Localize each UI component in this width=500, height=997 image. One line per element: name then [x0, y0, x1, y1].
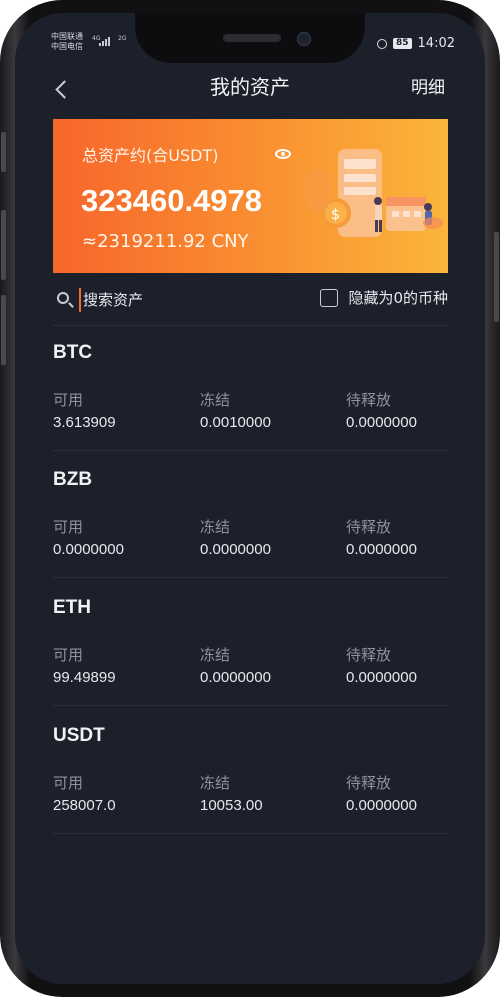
asset-row-eth[interactable]: ETH 可用 99.49899 冻结 0.0000000 待释放 0.00000… [53, 581, 448, 706]
app-screen: 中国联通 中国电信 4G 2G 85 14:02 我的资产 明细 总资产约(合U… [15, 13, 485, 984]
search-input[interactable] [79, 288, 283, 312]
side-button-left [1, 132, 6, 172]
available-label: 可用 [53, 391, 84, 409]
svg-text:$: $ [331, 207, 340, 223]
pending-value: 0.0000000 [346, 797, 417, 814]
asset-row-bzb[interactable]: BZB 可用 0.0000000 冻结 0.0000000 待释放 0.0000… [53, 453, 448, 578]
hide-zero-checkbox[interactable] [320, 289, 339, 307]
pending-label: 待释放 [346, 518, 392, 536]
detail-link[interactable]: 明细 [411, 74, 445, 102]
pending-label: 待释放 [346, 391, 392, 409]
side-button-left-2 [1, 210, 6, 280]
available-label: 可用 [53, 774, 84, 792]
available-label: 可用 [53, 518, 84, 536]
pending-label: 待释放 [346, 646, 392, 664]
pending-label: 待释放 [346, 774, 392, 792]
alarm-icon [377, 38, 387, 49]
notch [135, 13, 365, 63]
available-value: 258007.0 [53, 797, 116, 814]
status-right: 85 14:02 [377, 36, 455, 51]
coin-name: BTC [53, 342, 93, 363]
frozen-column: 冻结 10053.00 [200, 773, 263, 817]
pending-column: 待释放 0.0000000 [346, 773, 417, 817]
speaker-grille [223, 34, 281, 42]
carrier-1: 中国联通 [51, 32, 83, 41]
frozen-label: 冻结 [200, 518, 231, 536]
total-assets-label: 总资产约(合USDT) [82, 146, 219, 165]
search-icon [57, 292, 69, 304]
available-column: 可用 258007.0 [53, 773, 116, 817]
frozen-value: 0.0000000 [200, 541, 271, 558]
frozen-label: 冻结 [200, 646, 231, 664]
frozen-column: 冻结 0.0000000 [200, 645, 271, 689]
front-camera [297, 32, 311, 46]
top-nav-bar: 我的资产 明细 [15, 68, 485, 112]
asset-row-usdt[interactable]: USDT 可用 258007.0 冻结 10053.00 待释放 0.00000… [53, 709, 448, 834]
frozen-column: 冻结 0.0010000 [200, 390, 271, 434]
available-column: 可用 3.613909 [53, 390, 116, 434]
side-button-left-3 [1, 295, 6, 365]
battery-indicator: 85 [393, 38, 412, 49]
coin-name: BZB [53, 469, 93, 490]
asset-row-btc[interactable]: BTC 可用 3.613909 冻结 0.0010000 待释放 0.00000… [53, 326, 448, 451]
pending-column: 待释放 0.0000000 [346, 645, 417, 689]
pending-column: 待释放 0.0000000 [346, 390, 417, 434]
frozen-label: 冻结 [200, 391, 231, 409]
frozen-value: 0.0010000 [200, 414, 271, 431]
total-assets-value: 323460.4978 [81, 183, 263, 218]
frozen-column: 冻结 0.0000000 [200, 517, 271, 561]
coin-name: USDT [53, 725, 105, 746]
phone-frame: 中国联通 中国电信 4G 2G 85 14:02 我的资产 明细 总资产约(合U… [0, 0, 500, 997]
side-button-right [494, 232, 499, 322]
carrier-info: 中国联通 中国电信 [51, 32, 83, 52]
hide-zero-label: 隐藏为0的币种 [348, 289, 448, 307]
carrier-2: 中国电信 [51, 42, 83, 51]
pending-value: 0.0000000 [346, 414, 417, 431]
hide-zero-toggle[interactable]: 隐藏为0的币种 [320, 287, 448, 309]
signal-icon [99, 37, 110, 46]
available-value: 99.49899 [53, 669, 116, 686]
available-value: 0.0000000 [53, 541, 124, 558]
clock: 14:02 [417, 36, 455, 51]
available-column: 可用 0.0000000 [53, 517, 124, 561]
available-value: 3.613909 [53, 414, 116, 431]
frozen-value: 10053.00 [200, 797, 263, 814]
pending-value: 0.0000000 [346, 541, 417, 558]
total-assets-cny: ≈2319211.92 CNY [82, 231, 249, 252]
net-type-2: 2G [118, 35, 127, 42]
frozen-label: 冻结 [200, 774, 231, 792]
pending-column: 待释放 0.0000000 [346, 517, 417, 561]
available-column: 可用 99.49899 [53, 645, 116, 689]
frozen-value: 0.0000000 [200, 669, 271, 686]
finance-illustration-icon: $ [304, 149, 443, 237]
available-label: 可用 [53, 646, 84, 664]
coin-name: ETH [53, 597, 91, 618]
pending-value: 0.0000000 [346, 669, 417, 686]
search-row: 隐藏为0的币种 [53, 281, 448, 326]
total-assets-card: 总资产约(合USDT) 323460.4978 ≈2319211.92 CNY … [53, 119, 448, 273]
